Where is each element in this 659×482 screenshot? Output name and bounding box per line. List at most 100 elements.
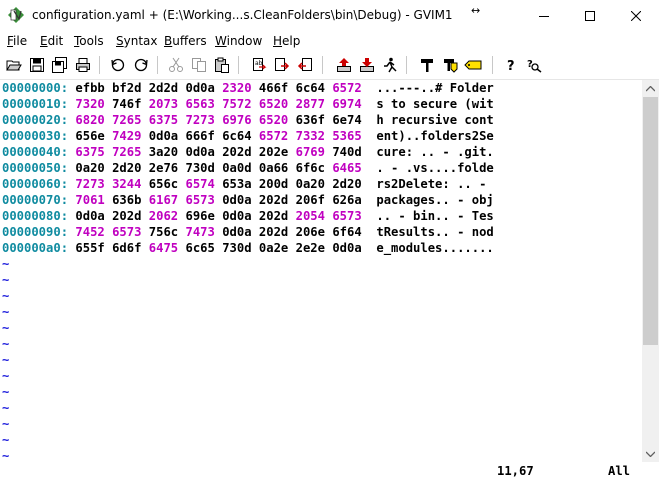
save-all-icon[interactable] — [50, 55, 70, 75]
hex-word: 6d6f — [112, 241, 142, 255]
hex-word: 6c64 — [295, 81, 325, 95]
hex-word: 656c — [148, 177, 179, 191]
menu-window[interactable]: Window — [215, 34, 262, 48]
hex-word: 6c64 — [222, 129, 252, 143]
undo-icon[interactable] — [108, 55, 128, 75]
hex-word: 2073 — [148, 97, 179, 111]
hex-line: 00000060: 7273 3244 656c 6574 653a 200d … — [2, 176, 494, 192]
hex-address: 000000a0: — [2, 241, 69, 255]
toolbar-separator — [238, 56, 239, 74]
hex-word: 0d0a — [75, 209, 105, 223]
toolbar-separator — [322, 56, 323, 74]
vertical-scrollbar[interactable] — [642, 80, 659, 462]
hex-word: 6572 — [332, 81, 362, 95]
svg-text:ab: ab — [255, 60, 263, 67]
hex-word: 7273 — [185, 113, 215, 127]
paste-icon[interactable] — [212, 55, 232, 75]
menu-help[interactable]: Help — [273, 34, 300, 48]
hex-address: 00000080: — [2, 209, 69, 223]
status-line: 11,67 All — [0, 462, 659, 482]
hex-word: 3244 — [112, 177, 142, 191]
save-session-icon[interactable] — [357, 55, 377, 75]
find-prev-icon[interactable] — [295, 55, 315, 75]
hex-word: 6375 — [148, 113, 179, 127]
menu-syntax[interactable]: Syntax — [116, 34, 158, 48]
make-icon[interactable] — [417, 55, 437, 75]
maximize-button[interactable] — [567, 0, 613, 31]
toolbar-separator — [99, 56, 100, 74]
hex-word: 7452 — [75, 225, 105, 239]
toolbar-separator — [157, 56, 158, 74]
close-button[interactable] — [613, 0, 659, 31]
cut-icon[interactable] — [166, 55, 186, 75]
minimize-button[interactable] — [521, 0, 567, 31]
ascii-column: .. - bin.. - Tes — [376, 209, 494, 223]
hex-line: 000000a0: 655f 6d6f 6475 6c65 730d 0a2e … — [2, 240, 494, 256]
ctags-icon[interactable] — [440, 55, 460, 75]
hex-address: 00000050: — [2, 161, 69, 175]
empty-line-tilde: ~ — [2, 257, 10, 271]
empty-line-tilde: ~ — [2, 337, 10, 351]
ascii-column: rs2Delete: .. - — [376, 177, 494, 191]
ascii-column: cure: .. - .git. — [376, 145, 494, 159]
hex-word: 2320 — [222, 81, 252, 95]
redo-icon[interactable] — [131, 55, 151, 75]
hex-word: 6375 — [75, 145, 105, 159]
hex-word: 666f — [185, 129, 215, 143]
empty-line-tilde: ~ — [2, 321, 10, 335]
hex-address: 00000010: — [2, 97, 69, 111]
open-icon[interactable] — [4, 55, 24, 75]
hex-word: 6572 — [258, 129, 289, 143]
toolbar-separator — [406, 56, 407, 74]
find-help-icon[interactable]: ? — [524, 55, 544, 75]
hex-address: 00000000: — [2, 81, 69, 95]
hex-word: 2877 — [295, 97, 325, 111]
hex-word: 2e2e — [295, 241, 325, 255]
hex-word: 2d2d — [148, 81, 179, 95]
title-bar[interactable]: configuration.yaml + (E:\Working...s.Cle… — [0, 0, 659, 32]
run-script-icon[interactable] — [380, 55, 400, 75]
copy-icon[interactable] — [189, 55, 209, 75]
hex-word: efbb — [75, 81, 105, 95]
print-icon[interactable] — [73, 55, 93, 75]
hex-word: 6c65 — [185, 241, 215, 255]
menu-buffers[interactable]: Buffers — [164, 34, 207, 48]
hex-word: 6f6c — [295, 161, 325, 175]
find-next-icon[interactable] — [272, 55, 292, 75]
empty-line-tilde: ~ — [2, 433, 10, 447]
ascii-column: . - .vs....folde — [376, 161, 494, 175]
hex-word: 2054 — [295, 209, 325, 223]
hex-word: 202d — [222, 145, 252, 159]
hex-word: 6e74 — [332, 113, 362, 127]
scroll-down-arrow-icon[interactable] — [642, 445, 659, 462]
hex-word: 6573 — [185, 193, 215, 207]
gvim-app-icon[interactable] — [8, 7, 24, 23]
menu-tools[interactable]: Tools — [74, 34, 104, 48]
hex-buffer-text-area[interactable]: 00000000: efbb bf2d 2d2d 0d0a 2320 466f … — [0, 80, 642, 462]
hex-word: 7429 — [112, 129, 142, 143]
hex-word: 7473 — [185, 225, 215, 239]
hex-word: 0a2e — [258, 241, 289, 255]
menu-edit[interactable]: Edit — [40, 34, 63, 48]
hex-word: 6520 — [258, 113, 289, 127]
hex-word: 7265 — [112, 145, 142, 159]
help-icon[interactable]: ? — [501, 55, 521, 75]
save-icon[interactable] — [27, 55, 47, 75]
resize-arrows-icon: ↔ — [471, 4, 481, 17]
hex-word: 0d0a — [332, 241, 362, 255]
hex-word: 202d — [258, 209, 289, 223]
find-replace-icon[interactable]: ab — [249, 55, 269, 75]
hex-word: 0d0a — [185, 145, 215, 159]
hex-line: 00000090: 7452 6573 756c 7473 0d0a 202d … — [2, 224, 494, 240]
hex-word: 696e — [185, 209, 215, 223]
hex-word: 740d — [332, 145, 362, 159]
ascii-column: e_modules....... — [376, 241, 494, 255]
scrollbar-thumb[interactable] — [643, 97, 658, 345]
load-session-icon[interactable] — [334, 55, 354, 75]
scroll-up-arrow-icon[interactable] — [642, 80, 659, 97]
ascii-column: ...---..# Folder — [376, 81, 494, 95]
hex-line: 00000080: 0d0a 202d 2062 696e 0d0a 202d … — [2, 208, 494, 224]
hex-word: 6f64 — [332, 225, 362, 239]
menu-file[interactable]: File — [7, 34, 27, 48]
jump-tag-icon[interactable] — [463, 55, 483, 75]
